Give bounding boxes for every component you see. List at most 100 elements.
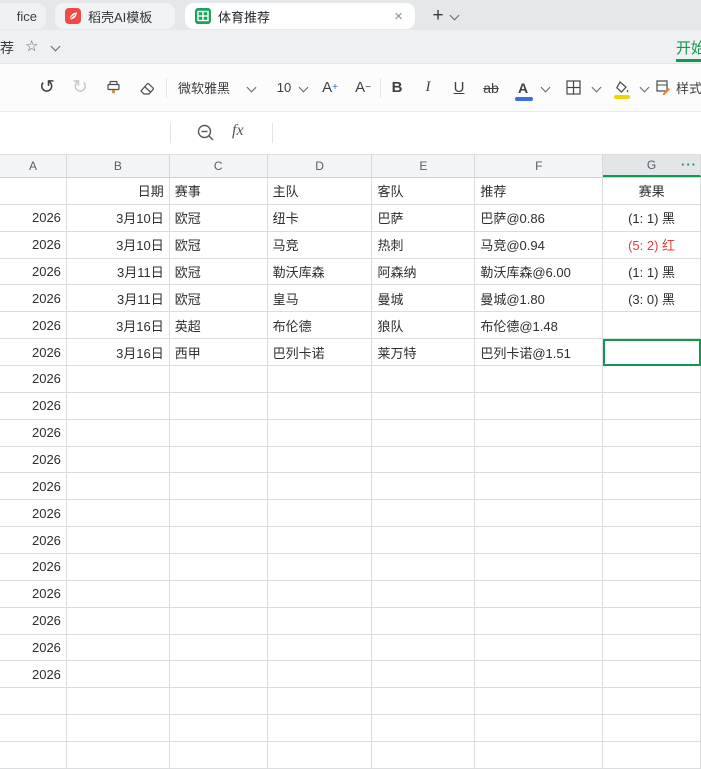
- cell-C13[interactable]: [169, 500, 268, 528]
- cell-E12[interactable]: [372, 473, 476, 501]
- font-name-select[interactable]: 微软雅黑: [178, 64, 240, 111]
- cell-F12[interactable]: [475, 473, 604, 501]
- column-header-A[interactable]: A: [0, 155, 67, 177]
- cell-D16[interactable]: [267, 580, 373, 608]
- cell-G1[interactable]: 赛果: [603, 178, 701, 205]
- cell-A17[interactable]: 2026: [0, 607, 67, 635]
- cell-F10[interactable]: [475, 419, 604, 447]
- column-header-C[interactable]: C: [170, 155, 268, 177]
- cell-C7[interactable]: 西甲: [169, 339, 268, 367]
- cell-B22[interactable]: [66, 742, 170, 769]
- cell-B12[interactable]: [66, 473, 170, 501]
- cell-C4[interactable]: 欧冠: [169, 258, 268, 286]
- cell-D20[interactable]: [267, 688, 373, 716]
- cell-D12[interactable]: [267, 473, 373, 501]
- cell-E15[interactable]: [372, 554, 476, 581]
- cell-C8[interactable]: [169, 366, 268, 393]
- zoom-out-icon[interactable]: [196, 123, 216, 148]
- cell-D3[interactable]: 马竞: [267, 231, 373, 259]
- cell-C2[interactable]: 欧冠: [169, 204, 268, 232]
- cell-C20[interactable]: [169, 688, 268, 716]
- redo-button[interactable]: ↻: [69, 64, 91, 111]
- cell-C18[interactable]: [169, 634, 268, 662]
- cell-F20[interactable]: [475, 688, 604, 716]
- more-columns-indicator[interactable]: ···: [681, 157, 697, 172]
- cell-G19[interactable]: [603, 661, 701, 689]
- font-color-chevron-icon[interactable]: [540, 82, 551, 93]
- cell-E10[interactable]: [372, 419, 476, 447]
- cell-A22[interactable]: [0, 742, 67, 769]
- cell-G22[interactable]: [603, 742, 701, 769]
- cell-B4[interactable]: 3月11日: [66, 258, 170, 286]
- cell-B2[interactable]: 3月10日: [66, 204, 170, 232]
- cell-C10[interactable]: [169, 419, 268, 447]
- cell-B3[interactable]: 3月10日: [66, 231, 170, 259]
- cell-D2[interactable]: 纽卡: [267, 204, 373, 232]
- cell-A15[interactable]: 2026: [0, 554, 67, 581]
- cell-D11[interactable]: [267, 446, 373, 474]
- cell-E6[interactable]: 狼队: [372, 312, 476, 340]
- cell-F14[interactable]: [475, 527, 604, 555]
- borders-chevron-icon[interactable]: [591, 82, 602, 93]
- cell-D17[interactable]: [267, 607, 373, 635]
- cell-A10[interactable]: 2026: [0, 419, 67, 447]
- cell-E9[interactable]: [372, 392, 476, 420]
- cell-B11[interactable]: [66, 446, 170, 474]
- cell-A9[interactable]: 2026: [0, 392, 67, 420]
- name-box[interactable]: [0, 112, 170, 154]
- cell-B16[interactable]: [66, 580, 170, 608]
- cell-A11[interactable]: 2026: [0, 446, 67, 474]
- cell-B6[interactable]: 3月16日: [66, 312, 170, 340]
- cell-C6[interactable]: 英超: [169, 312, 268, 340]
- cell-F4[interactable]: 勒沃库森@6.00: [475, 258, 604, 286]
- font-size-select[interactable]: 10: [274, 64, 294, 111]
- tab-list-chevron-icon[interactable]: [449, 10, 460, 21]
- cell-C14[interactable]: [169, 527, 268, 555]
- cell-G8[interactable]: [603, 366, 701, 393]
- tab-office-partial[interactable]: fice: [0, 3, 46, 29]
- font-size-chevron-icon[interactable]: [298, 82, 309, 93]
- cell-D1[interactable]: 主队: [267, 178, 373, 205]
- cell-G13[interactable]: [603, 500, 701, 528]
- undo-button[interactable]: ↺: [36, 64, 58, 111]
- favorite-star-icon[interactable]: ☆: [25, 37, 38, 55]
- cell-A16[interactable]: 2026: [0, 580, 67, 608]
- cell-A20[interactable]: [0, 688, 67, 716]
- cell-F18[interactable]: [475, 634, 604, 662]
- cell-D18[interactable]: [267, 634, 373, 662]
- cell-A4[interactable]: 2026: [0, 258, 67, 286]
- cell-C11[interactable]: [169, 446, 268, 474]
- cell-F22[interactable]: [475, 742, 604, 769]
- cell-A18[interactable]: 2026: [0, 634, 67, 662]
- cell-A7[interactable]: 2026: [0, 339, 67, 367]
- cell-B17[interactable]: [66, 607, 170, 635]
- cell-E11[interactable]: [372, 446, 476, 474]
- cell-G7[interactable]: [603, 339, 701, 367]
- cell-B15[interactable]: [66, 554, 170, 581]
- cell-D9[interactable]: [267, 392, 373, 420]
- cell-B5[interactable]: 3月11日: [66, 285, 170, 313]
- cell-F8[interactable]: [475, 366, 604, 393]
- cell-A13[interactable]: 2026: [0, 500, 67, 528]
- cell-B14[interactable]: [66, 527, 170, 555]
- cell-A3[interactable]: 2026: [0, 231, 67, 259]
- eraser-button[interactable]: [136, 64, 158, 111]
- cell-C1[interactable]: 赛事: [169, 178, 268, 205]
- tab-sports-picks[interactable]: 体育推荐 ×: [185, 3, 415, 29]
- close-tab-icon[interactable]: ×: [392, 9, 405, 24]
- strikethrough-button[interactable]: ab: [480, 64, 502, 111]
- cell-style-button[interactable]: 样式: [656, 64, 701, 111]
- cell-D7[interactable]: 巴列卡诺: [267, 339, 373, 367]
- cell-G12[interactable]: [603, 473, 701, 501]
- font-color-button[interactable]: A: [513, 64, 533, 111]
- cell-D8[interactable]: [267, 366, 373, 393]
- cell-F15[interactable]: [475, 554, 604, 581]
- cell-C16[interactable]: [169, 580, 268, 608]
- cell-D22[interactable]: [267, 742, 373, 769]
- cell-G5[interactable]: (3: 0) 黑: [603, 285, 701, 313]
- cell-G21[interactable]: [603, 715, 701, 743]
- fill-color-chevron-icon[interactable]: [639, 82, 650, 93]
- font-name-chevron-icon[interactable]: [246, 82, 257, 93]
- cell-G6[interactable]: [603, 312, 701, 340]
- cell-E18[interactable]: [372, 634, 476, 662]
